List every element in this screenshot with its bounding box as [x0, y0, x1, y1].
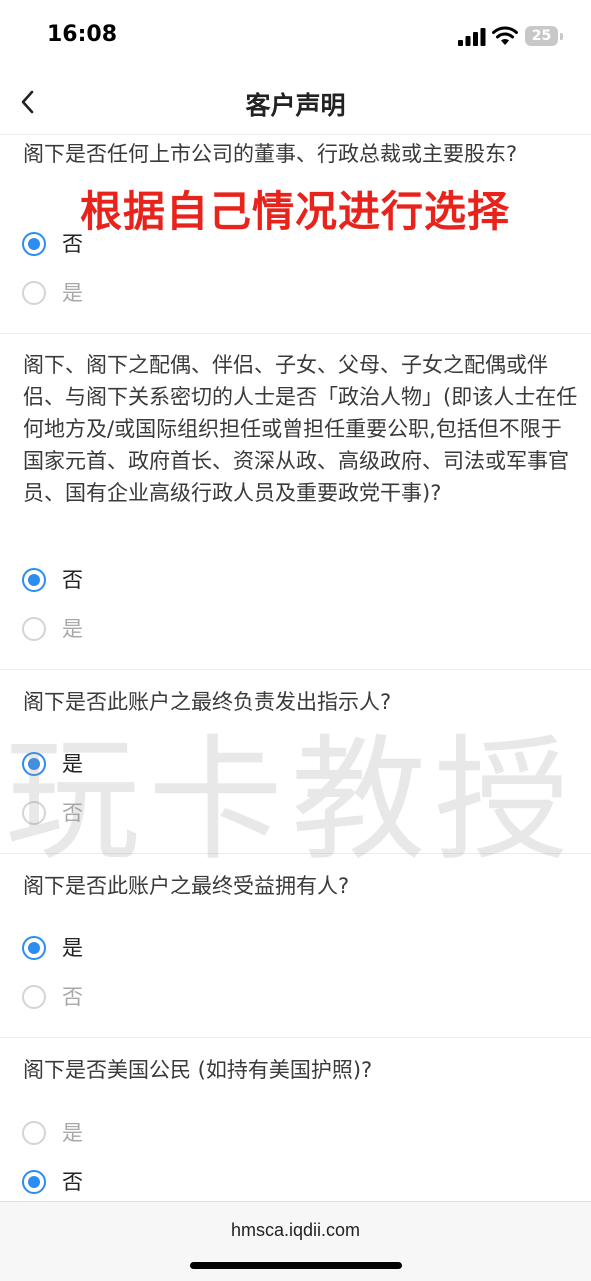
- radio-checked-icon[interactable]: [22, 936, 46, 960]
- q4-option-1[interactable]: 是: [22, 935, 222, 965]
- divider: [0, 1037, 591, 1038]
- radio-unchecked-icon[interactable]: [22, 281, 46, 305]
- status-bar: 16:08 25: [0, 0, 591, 70]
- declaration-form: 阁下是否任何上市公司的董事、行政总裁或主要股东? 否 是 阁下、阁下之配偶、伴侣…: [0, 135, 591, 1201]
- q2-option-1[interactable]: 否: [22, 567, 222, 597]
- q5-option-1[interactable]: 是: [22, 1120, 222, 1150]
- url-text[interactable]: hmsca.iqdii.com: [0, 1220, 591, 1241]
- q4-option-2[interactable]: 否: [22, 984, 222, 1014]
- question-2-text: 阁下、阁下之配偶、伴侣、子女、父母、子女之配偶或伴侣、与阁下关系密切的人士是否「…: [23, 353, 578, 505]
- home-indicator[interactable]: [190, 1262, 402, 1269]
- option-label: 是: [62, 936, 83, 960]
- question-1-text: 阁下是否任何上市公司的董事、行政总裁或主要股东?: [23, 142, 518, 166]
- radio-checked-icon[interactable]: [22, 1170, 46, 1194]
- annotation-overlay-text: 根据自己情况进行选择: [80, 187, 511, 236]
- option-label: 否: [62, 1170, 83, 1194]
- option-label: 是: [62, 281, 83, 305]
- cellular-signal-icon: [458, 28, 486, 46]
- divider: [0, 669, 591, 670]
- battery-icon: 25: [525, 26, 565, 48]
- option-label: 否: [62, 985, 83, 1009]
- radio-unchecked-icon[interactable]: [22, 617, 46, 641]
- radio-checked-icon[interactable]: [22, 568, 46, 592]
- q5-option-2[interactable]: 否: [22, 1169, 222, 1199]
- status-time: 16:08: [47, 22, 118, 47]
- divider: [0, 333, 591, 334]
- page-title: 客户声明: [245, 91, 346, 120]
- question-5-text: 阁下是否美国公民 (如持有美国护照)?: [23, 1058, 373, 1082]
- option-label: 是: [62, 617, 83, 641]
- q1-option-2[interactable]: 是: [22, 280, 222, 310]
- radio-checked-icon[interactable]: [22, 232, 46, 256]
- radio-unchecked-icon[interactable]: [22, 1121, 46, 1145]
- option-label: 是: [62, 1121, 83, 1145]
- radio-unchecked-icon[interactable]: [22, 985, 46, 1009]
- watermark-text: 玩卡教授: [5, 722, 577, 879]
- battery-level: 25: [531, 28, 552, 44]
- wifi-icon: [492, 26, 518, 45]
- nav-bar: 客户声明: [0, 70, 591, 135]
- q2-option-2[interactable]: 是: [22, 616, 222, 646]
- option-label: 否: [62, 568, 83, 592]
- browser-bottom-bar: hmsca.iqdii.com: [0, 1201, 591, 1281]
